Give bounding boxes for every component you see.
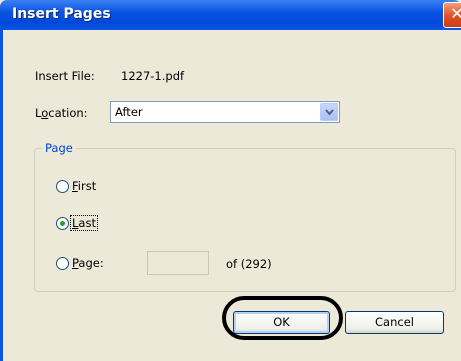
location-label: Location: — [35, 106, 88, 120]
dropdown-button[interactable] — [320, 103, 338, 121]
cancel-button[interactable]: Cancel — [345, 311, 444, 334]
insert-file-label: Insert File: — [35, 69, 95, 83]
insert-file-value: 1227-1.pdf — [121, 69, 185, 83]
window-frame — [0, 30, 3, 361]
page-count-text: of (292) — [226, 257, 272, 271]
radio-first-label[interactable]: First — [72, 179, 96, 193]
radio-page[interactable] — [56, 257, 69, 270]
location-selected-value: After — [115, 105, 143, 119]
close-icon: ✕ — [450, 4, 461, 23]
ok-highlight-annotation — [222, 296, 343, 340]
page-number-input[interactable] — [147, 251, 209, 275]
radio-last[interactable] — [56, 217, 69, 230]
page-group-legend: Page — [42, 141, 76, 155]
close-button[interactable]: ✕ — [443, 2, 461, 28]
radio-selected-dot — [60, 221, 65, 226]
radio-first[interactable] — [56, 180, 69, 193]
insert-pages-dialog: Insert Pages ✕ Insert File: 1227-1.pdf L… — [0, 0, 461, 361]
chevron-down-icon — [325, 109, 334, 116]
title-bar[interactable]: Insert Pages ✕ — [0, 0, 461, 30]
dialog-title: Insert Pages — [12, 6, 111, 22]
radio-last-label[interactable]: Last — [70, 215, 98, 231]
radio-page-label[interactable]: Page: — [72, 256, 104, 270]
location-select[interactable]: After — [110, 101, 340, 123]
